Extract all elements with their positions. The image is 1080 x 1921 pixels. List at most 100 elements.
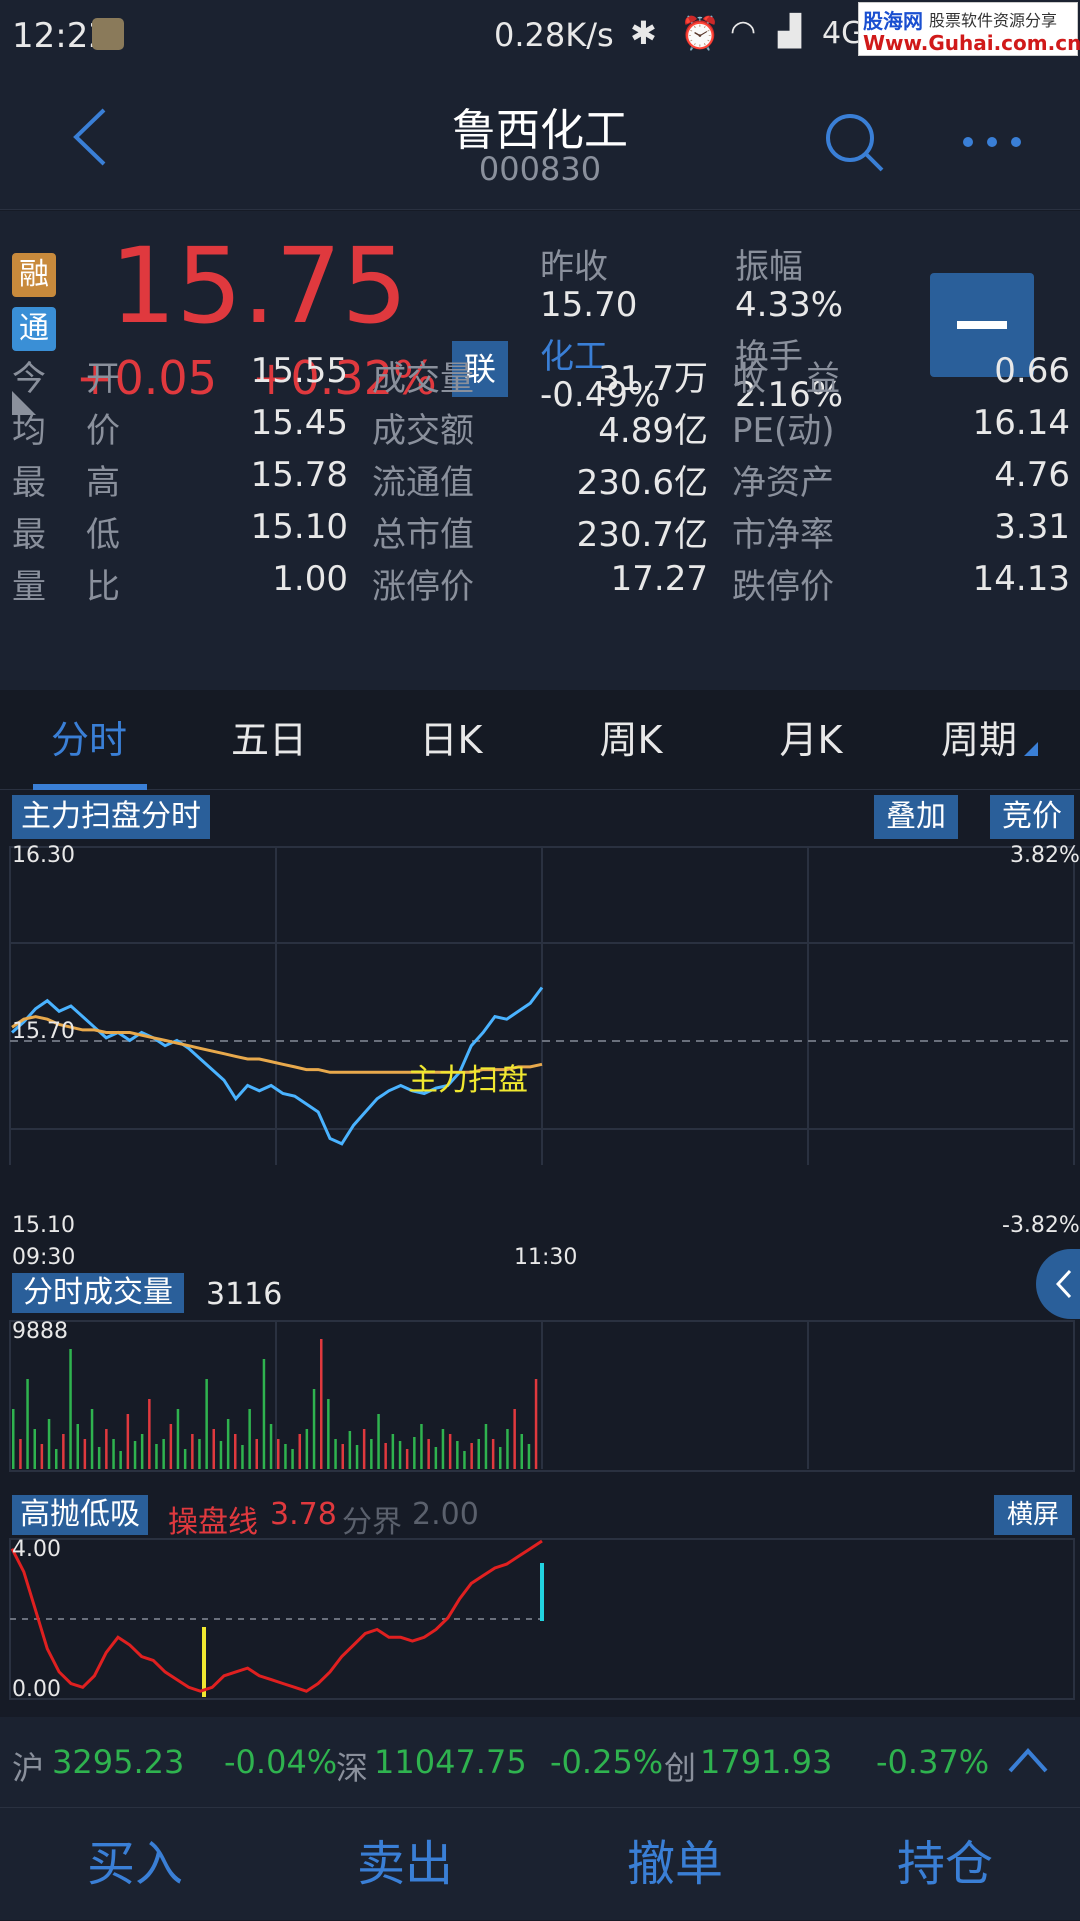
quote-panel: 融 通 15.75 +0.05 +0.32% 联 昨收 15.70 化工 -0.… [0, 211, 1080, 691]
tab-period[interactable]: 周期 [904, 690, 1054, 790]
time-mid: 11:30 [514, 1245, 578, 1270]
stat-value: 4.76 [994, 455, 1070, 495]
volume-bar [62, 1434, 65, 1469]
volume-bar [327, 1399, 330, 1469]
watermark-logo: 股海网 股票软件资源分享 Www.Guhai.com.cn [858, 2, 1080, 56]
bid-price-button[interactable]: 竞价 [990, 795, 1074, 839]
stat-value: 3.31 [994, 507, 1070, 547]
volume-bar [241, 1445, 244, 1469]
stat-label: 净资产 [732, 463, 834, 503]
overlay-button[interactable]: 叠加 [874, 795, 958, 839]
volume-bar [12, 1409, 15, 1469]
stat-value: 230.7亿 [576, 515, 708, 555]
volume-bar [26, 1379, 29, 1469]
index-sz-pct: -0.25% [550, 1743, 664, 1781]
volume-bar [312, 1389, 316, 1469]
volume-bar [291, 1449, 294, 1469]
volume-bar [463, 1451, 466, 1469]
stat-label: 成交量 [372, 359, 474, 399]
amplitude-value: 4.33% [735, 285, 844, 325]
app-notification-icon [92, 18, 124, 50]
volume-bar [506, 1429, 509, 1469]
volume-bar [198, 1439, 201, 1469]
tab-weekly-k[interactable]: 周K [556, 690, 706, 790]
volume-chart [9, 1320, 1075, 1472]
stat-value: 15.55 [250, 351, 348, 391]
indicator-bottom-label: 0.00 [12, 1677, 61, 1702]
volume-bar [112, 1439, 115, 1469]
stat-label: 高 [86, 463, 120, 503]
stat-label: 跌停价 [732, 567, 834, 607]
tab-monthly-k[interactable]: 月K [736, 690, 886, 790]
stat-value: 0.66 [994, 351, 1070, 391]
search-icon[interactable] [822, 110, 888, 176]
volume-bar [377, 1414, 380, 1469]
volume-bar [269, 1424, 273, 1469]
stat-label: 收 [732, 359, 766, 399]
market-index-bar[interactable]: 沪 3295.23 -0.04% 深 11047.75 -0.25% 创 179… [0, 1717, 1080, 1807]
stat-value: 17.27 [610, 559, 708, 599]
volume-bar [183, 1449, 187, 1469]
volume-bar [405, 1449, 409, 1469]
volume-bar [83, 1439, 87, 1469]
active-tab-indicator [33, 784, 147, 790]
y-axis-mid: 15.70 [12, 1019, 75, 1044]
volume-bar [255, 1439, 258, 1469]
positions-button[interactable]: 持仓 [810, 1808, 1080, 1921]
stat-label: 开 [86, 359, 120, 399]
volume-bar [212, 1429, 215, 1469]
tab-five-day[interactable]: 五日 [194, 690, 344, 790]
stat-label: 益 [806, 359, 840, 399]
more-icon[interactable] [960, 134, 1024, 150]
volume-bar [413, 1437, 416, 1469]
sell-button[interactable]: 卖出 [270, 1808, 540, 1921]
buy-button[interactable]: 买入 [0, 1808, 270, 1921]
volume-bar [234, 1434, 237, 1469]
current-price: 15.75 [110, 225, 408, 347]
volume-bar [491, 1439, 495, 1469]
volume-bar [119, 1451, 122, 1469]
volume-bar [334, 1439, 337, 1469]
volume-bar [320, 1339, 323, 1469]
index-sh-pct: -0.04% [224, 1743, 338, 1781]
tab-intraday[interactable]: 分时 [14, 690, 164, 790]
stat-label: 成交额 [372, 411, 474, 451]
landscape-button[interactable]: 横屏 [994, 1495, 1072, 1535]
stat-value: 31.7万 [598, 359, 708, 399]
indicator-divider-value: 2.00 [412, 1497, 479, 1532]
chevron-up-icon[interactable] [1008, 1747, 1048, 1773]
signal-icon: ▟ [778, 14, 802, 49]
indicator-chart [9, 1538, 1075, 1700]
stat-value: 230.6亿 [576, 463, 708, 503]
stat-value: 16.14 [972, 403, 1070, 443]
side-panel-toggle[interactable] [1036, 1249, 1080, 1319]
chevron-left-icon [1056, 1269, 1072, 1299]
chart-area: 主力扫盘分时 叠加 竞价 16.30 15.70 15.10 3.82% -3.… [0, 791, 1080, 1717]
volume-bar [470, 1443, 473, 1469]
volume-bar [420, 1424, 423, 1469]
stat-label: 市净率 [732, 515, 834, 555]
stat-value: 15.78 [250, 455, 348, 495]
stat-label: 流通值 [372, 463, 474, 503]
connect-badge: 通 [12, 307, 56, 351]
stat-label: 总市值 [372, 515, 474, 555]
index-cy-name: 创 [664, 1749, 697, 1787]
network-speed: 0.28K/s [494, 16, 614, 54]
back-icon[interactable] [70, 106, 110, 168]
volume-bar [305, 1429, 309, 1469]
volume-bar [398, 1441, 402, 1469]
volume-bar [362, 1429, 366, 1469]
price-chart[interactable] [0, 843, 1080, 1165]
volume-max-label: 9888 [12, 1319, 68, 1344]
bluetooth-icon: ✱ [630, 14, 657, 52]
stat-label: PE(动) [732, 411, 835, 451]
volume-bar [527, 1444, 531, 1469]
chart-tabs: 分时 五日 日K 周K 月K 周期 [0, 690, 1080, 790]
amplitude-label: 振幅 [735, 247, 803, 287]
stat-label: 量 [12, 567, 46, 607]
cancel-order-button[interactable]: 撤单 [540, 1808, 810, 1921]
tab-daily-k[interactable]: 日K [376, 690, 526, 790]
volume-bar [176, 1409, 180, 1469]
volume-bar [370, 1439, 373, 1469]
indicator-title: 高抛低吸 [12, 1495, 148, 1535]
